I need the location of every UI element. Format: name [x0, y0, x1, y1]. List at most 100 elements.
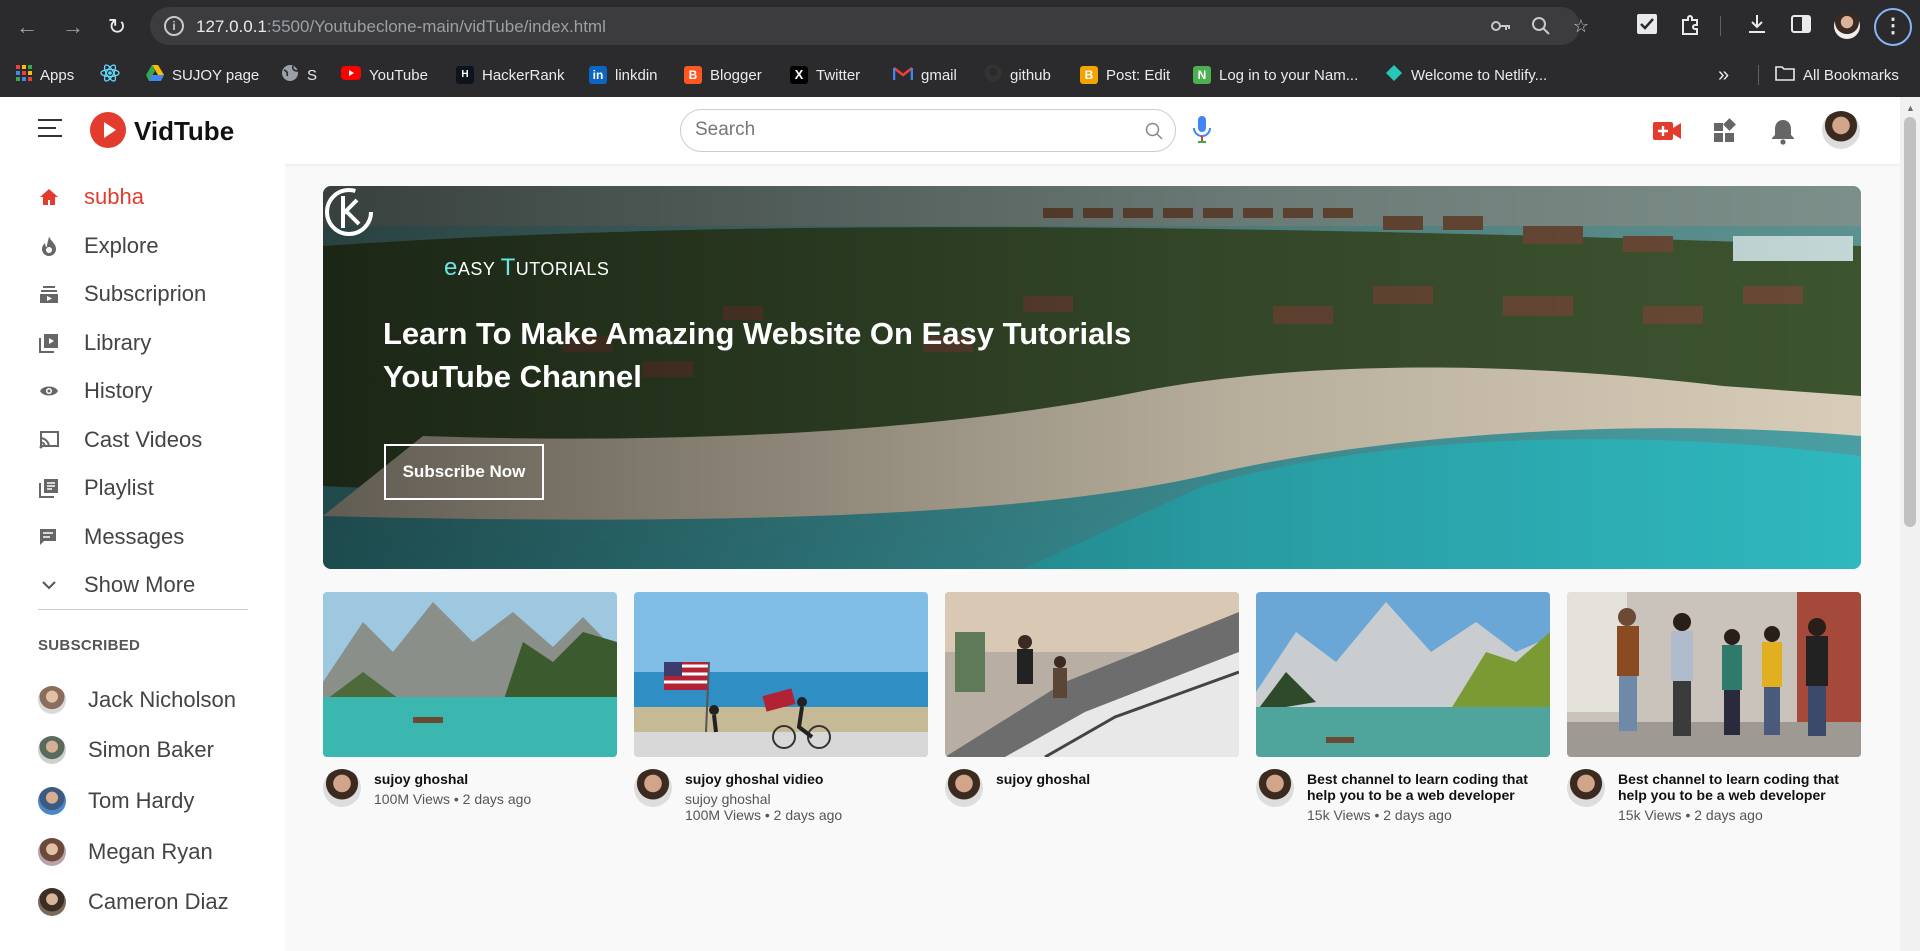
video-card[interactable]: sujoy ghoshal 100M Views • 2 days ago: [323, 592, 617, 829]
video-card[interactable]: sujoy ghoshal: [945, 592, 1239, 829]
apps-icon[interactable]: [1710, 117, 1740, 145]
extensions-icon[interactable]: [1678, 13, 1704, 39]
checkbox-extension-icon[interactable]: [1634, 13, 1660, 39]
sidebar-item-history[interactable]: History: [38, 377, 152, 405]
subscription-item[interactable]: Megan Ryan: [38, 836, 213, 868]
sidebar-divider: [38, 609, 248, 610]
key-icon[interactable]: [1490, 15, 1512, 37]
easy-tutorials-logo-icon: [325, 188, 373, 236]
video-title[interactable]: sujoy ghoshal vidieo: [685, 771, 925, 787]
zoom-icon[interactable]: [1530, 15, 1552, 37]
video-title[interactable]: sujoy ghoshal: [374, 771, 614, 787]
react-icon: [100, 63, 120, 87]
bookmark-gmail[interactable]: gmail: [892, 64, 957, 86]
page-scrollbar[interactable]: ▲: [1900, 97, 1920, 951]
lake-mountains-image: [323, 592, 617, 757]
search-input[interactable]: [695, 119, 1115, 141]
video-thumbnail[interactable]: [634, 592, 928, 757]
reload-icon[interactable]: ↻: [102, 12, 132, 42]
bookmark-star-icon[interactable]: ☆: [1570, 15, 1592, 37]
scrollbar-thumb[interactable]: [1904, 117, 1916, 527]
video-title[interactable]: Best channel to learn coding that help y…: [1307, 771, 1547, 803]
sidebar-item-show-more[interactable]: Show More: [38, 571, 195, 599]
browser-profile-avatar[interactable]: [1834, 13, 1860, 39]
address-bar[interactable]: i 127.0.0.1:5500/Youtubeclone-main/vidTu…: [150, 7, 1589, 45]
bookmarks-overflow[interactable]: »: [1718, 64, 1729, 86]
video-thumbnail[interactable]: [1256, 592, 1550, 757]
scroll-up-arrow-icon[interactable]: ▲: [1906, 103, 1915, 113]
youtube-icon: [341, 66, 361, 84]
channel-avatar: [38, 736, 66, 764]
sidebar-item-messages[interactable]: Messages: [38, 523, 184, 551]
subscriptions-icon: [38, 283, 60, 305]
video-stats: 15k Views • 2 days ago: [1618, 807, 1763, 823]
video-card[interactable]: Best channel to learn coding that help y…: [1567, 592, 1861, 829]
user-avatar[interactable]: [1822, 111, 1860, 149]
x-icon: X: [790, 66, 808, 84]
sidebar-item-label: Cast Videos: [84, 427, 203, 452]
bookmark-namecheap[interactable]: N Log in to your Nam...: [1193, 64, 1358, 86]
escalator-image: [945, 592, 1239, 757]
all-bookmarks[interactable]: All Bookmarks: [1775, 64, 1899, 86]
bookmark-linkedin[interactable]: in linkdin: [589, 64, 658, 86]
sidebar-item-subscription[interactable]: Subscriprion: [38, 280, 206, 308]
video-card[interactable]: Best channel to learn coding that help y…: [1256, 592, 1550, 829]
search-icon[interactable]: [1145, 122, 1163, 140]
subscription-item[interactable]: Jack Nicholson: [38, 684, 236, 716]
video-thumbnail[interactable]: [945, 592, 1239, 757]
sidebar-item-library[interactable]: Library: [38, 329, 151, 357]
video-thumbnail[interactable]: [1567, 592, 1861, 757]
video-title[interactable]: Best channel to learn coding that help y…: [1618, 771, 1858, 803]
site-logo-text[interactable]: VidTube: [134, 116, 234, 147]
chevron-down-icon: [38, 574, 60, 596]
sidebar-item-explore[interactable]: Explore: [38, 232, 159, 260]
channel-avatar: [38, 838, 66, 866]
video-meta: sujoy ghoshal: [945, 769, 1239, 829]
bookmark-twitter[interactable]: X Twitter: [790, 64, 860, 86]
channel-avatar[interactable]: [945, 769, 983, 807]
play-logo-icon[interactable]: [90, 112, 126, 148]
more-menu-icon[interactable]: ⋮: [1874, 8, 1912, 46]
bookmark-hackerrank[interactable]: H HackerRank: [456, 64, 565, 86]
subscription-item[interactable]: Tom Hardy: [38, 785, 194, 817]
download-icon[interactable]: [1744, 13, 1770, 39]
notifications-bell-icon[interactable]: [1768, 117, 1798, 145]
bookmark-post-edit[interactable]: B Post: Edit: [1080, 64, 1170, 86]
sidebar-item-playlist[interactable]: Playlist: [38, 474, 154, 502]
subscription-item[interactable]: Simon Baker: [38, 734, 214, 766]
channel-avatar[interactable]: [1567, 769, 1605, 807]
bookmark-s[interactable]: S: [281, 64, 317, 86]
sidebar-item-label: Show More: [84, 572, 196, 597]
url-text[interactable]: 127.0.0.1:5500/Youtubeclone-main/vidTube…: [196, 17, 606, 37]
video-card[interactable]: sujoy ghoshal vidieo sujoy ghoshal 100M …: [634, 592, 928, 829]
upload-video-icon[interactable]: [1652, 117, 1682, 145]
video-meta: Best channel to learn coding that help y…: [1567, 769, 1861, 829]
channel-avatar[interactable]: [323, 769, 361, 807]
bookmark-apps[interactable]: Apps: [16, 64, 74, 86]
video-channel[interactable]: sujoy ghoshal: [685, 791, 771, 807]
library-icon: [38, 332, 60, 354]
bookmark-youtube[interactable]: YouTube: [341, 64, 428, 86]
bookmark-netlify[interactable]: Welcome to Netlify...: [1385, 64, 1547, 86]
side-panel-icon[interactable]: [1788, 13, 1814, 39]
video-title[interactable]: sujoy ghoshal: [996, 771, 1236, 787]
site-info-icon[interactable]: i: [164, 16, 184, 36]
channel-avatar[interactable]: [634, 769, 672, 807]
bookmark-blogger[interactable]: B Blogger: [684, 64, 762, 86]
subscription-item[interactable]: Cameron Diaz: [38, 886, 229, 918]
microphone-icon[interactable]: [1192, 115, 1212, 145]
back-icon[interactable]: ←: [12, 12, 42, 42]
forward-icon[interactable]: →: [58, 12, 88, 42]
subscribe-now-button[interactable]: Subscribe Now: [384, 444, 544, 500]
bookmark-sujoy-page[interactable]: SUJOY page: [146, 64, 259, 86]
bookmark-github[interactable]: github: [984, 64, 1051, 86]
video-thumbnail[interactable]: [323, 592, 617, 757]
channel-avatar[interactable]: [1256, 769, 1294, 807]
page-viewport: VidTube subha Explore: [0, 97, 1900, 951]
menu-icon[interactable]: [38, 119, 62, 139]
sidebar-item-cast-videos[interactable]: Cast Videos: [38, 426, 202, 454]
bookmark-react[interactable]: [100, 64, 120, 86]
all-bookmarks-label: All Bookmarks: [1803, 66, 1899, 84]
sidebar-item-home[interactable]: subha: [38, 183, 144, 211]
sidebar-item-label: Messages: [84, 524, 185, 549]
